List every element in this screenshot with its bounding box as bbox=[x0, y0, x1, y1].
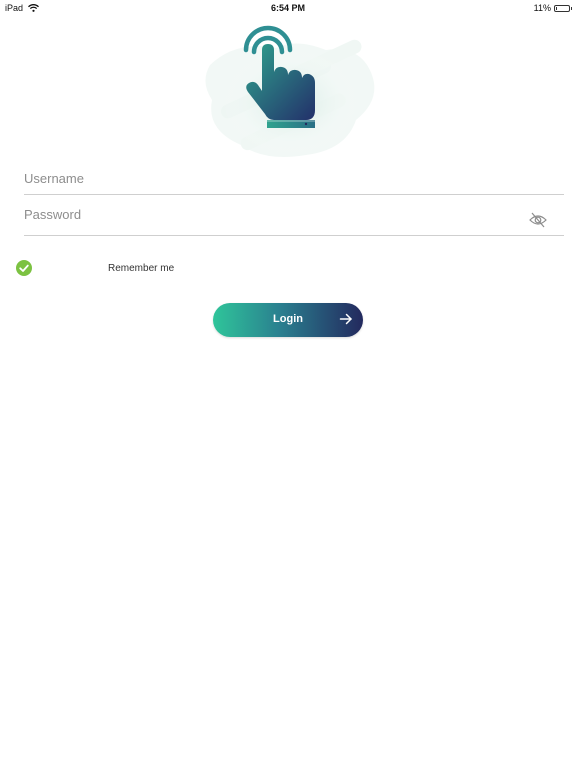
battery-level-fill bbox=[556, 6, 557, 10]
tap-gesture-icon bbox=[205, 25, 375, 158]
remember-me: Remember me bbox=[16, 260, 216, 278]
login-button[interactable]: Login bbox=[213, 303, 363, 337]
password-field bbox=[24, 204, 564, 236]
status-right: 11% bbox=[533, 3, 572, 13]
username-field bbox=[24, 168, 564, 195]
battery-icon bbox=[554, 4, 572, 12]
password-input[interactable] bbox=[24, 204, 514, 224]
battery-percent: 11% bbox=[533, 3, 551, 13]
status-bar: iPad 6:54 PM 11% bbox=[0, 0, 576, 16]
eye-slash-icon[interactable] bbox=[528, 210, 548, 230]
status-time: 6:54 PM bbox=[270, 3, 305, 13]
username-input[interactable] bbox=[24, 168, 514, 188]
check-icon bbox=[19, 264, 29, 272]
arrow-right-icon bbox=[339, 313, 352, 325]
remember-checkbox[interactable] bbox=[16, 260, 32, 276]
remember-me-label: Remember me bbox=[108, 263, 175, 274]
